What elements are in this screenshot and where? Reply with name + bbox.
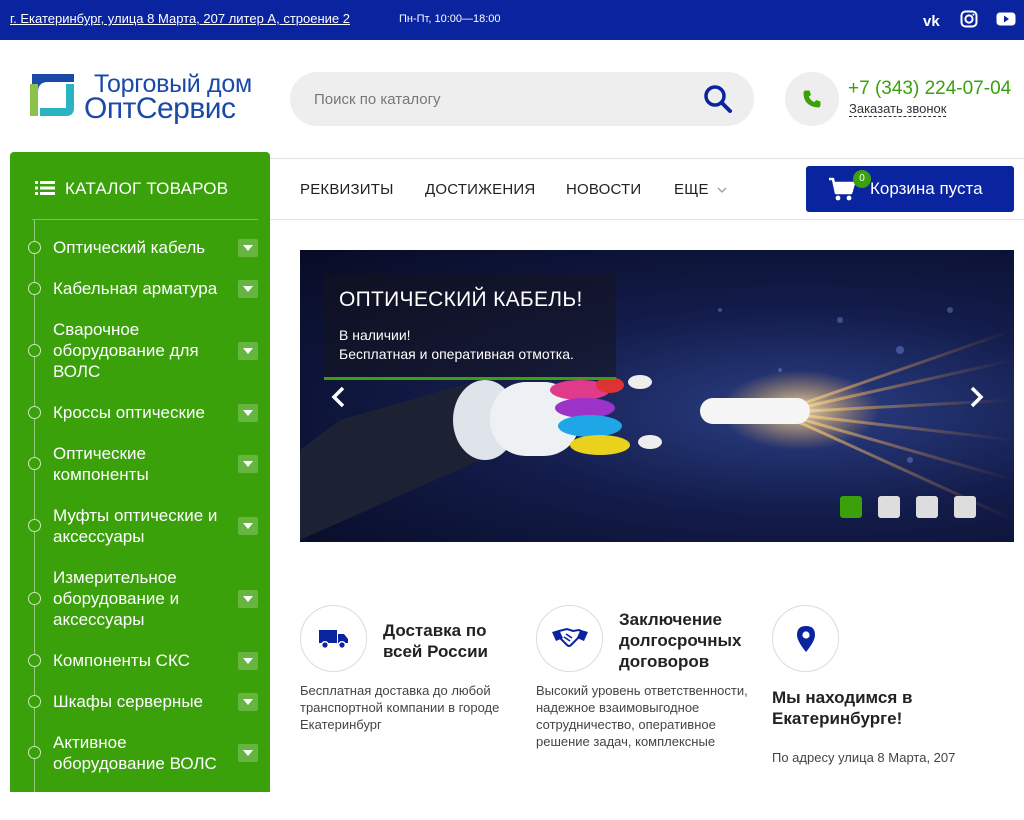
sidebar-item-label: Кроссы оптические [53,403,205,422]
slide-progress-bar [324,377,616,380]
address-link[interactable]: г. Екатеринбург, улица 8 Марта, 207 лите… [10,11,350,26]
nav-item-news[interactable]: НОВОСТИ [566,181,641,198]
slide-title: ОПТИЧЕСКИЙ КАБЕЛЬ! [339,288,583,311]
slider-next-icon[interactable] [966,386,986,408]
expand-arrow-icon[interactable] [238,341,258,360]
sidebar-item-label: Кабельная арматура [53,279,218,298]
nav-divider-top [270,158,1024,159]
phone-icon [803,90,821,108]
bullet-icon [28,240,41,254]
handshake-icon [536,605,603,672]
sidebar-item[interactable]: Муфты оптические и аксессуары [10,505,270,547]
callback-link[interactable]: Заказать звонок [849,101,947,117]
search-bar [290,72,754,126]
company-logo[interactable]: Торговый дом ОптСервис [8,62,270,132]
sidebar-item[interactable]: Сварочное оборудование для ВОЛС [10,319,270,382]
bullet-icon [28,519,41,532]
expand-arrow-icon[interactable] [238,517,258,535]
nav-item-requisites[interactable]: РЕКВИЗИТЫ [300,181,394,198]
sidebar-item-label: Оптический кабель [53,238,206,257]
sidebar-item-label: Муфты оптические и аксессуары [53,506,218,546]
slide-text: В наличии! Бесплатная и оперативная отмо… [339,326,609,364]
catalog-sidebar: КАТАЛОГ ТОВАРОВ Оптический кабель Кабельн… [10,152,270,820]
feature-title-delivery: Доставка по всей России [383,621,488,661]
slide-caption: ОПТИЧЕСКИЙ КАБЕЛЬ! В наличии! Бесплатная… [324,274,616,380]
sidebar-item[interactable]: Шкафы серверные [10,691,270,712]
vk-icon[interactable]: vk [923,10,943,30]
sidebar-item[interactable]: Компоненты СКС [10,650,270,671]
sidebar-item[interactable]: Кроссы оптические [10,402,270,423]
cart-label: Корзина пуста [870,179,983,198]
chevron-down-icon[interactable] [717,186,727,194]
bullet-icon [28,343,41,357]
expand-arrow-icon[interactable] [238,403,258,422]
sidebar-item-label: Шкафы серверные [53,692,203,711]
hero-slider: ОПТИЧЕСКИЙ КАБЕЛЬ! В наличии! Бесплатная… [300,250,1014,542]
top-bar: г. Екатеринбург, улица 8 Марта, 207 лите… [0,0,1024,40]
bullet-icon [28,591,41,605]
list-icon [35,181,55,195]
feature-title-location: Мы находимся в Екатеринбурге! [772,688,913,728]
expand-arrow-icon[interactable] [238,651,258,670]
search-input[interactable] [314,88,694,110]
sidebar-item[interactable]: Оптический кабель [10,237,270,258]
bullet-icon [28,405,41,419]
nav-item-achievements[interactable]: ДОСТИЖЕНИЯ [425,181,535,198]
svg-text:vk: vk [923,13,940,30]
feature-title-contracts: Заключение долгосрочных договоров [619,610,742,671]
bullet-icon [28,694,41,708]
sidebar-item[interactable]: Измерительное оборудование и аксессуары [10,567,270,630]
bullet-icon [28,653,41,667]
nav-item-more[interactable]: ЕЩЕ [674,181,709,198]
sidebar-item[interactable]: Оптические компоненты [10,443,270,485]
sidebar-item-label: Оптические компоненты [53,444,149,484]
feature-text-delivery: Бесплатная доставка до любой транспортно… [300,683,500,732]
slider-dot[interactable] [954,496,976,518]
expand-arrow-icon[interactable] [238,279,258,298]
bullet-icon [28,746,41,759]
truck-icon [300,605,367,672]
bullet-icon [28,457,41,470]
feature-text-location: По адресу улица 8 Марта, 207 [772,750,956,765]
cart-icon [829,177,856,201]
slide-text-line1: В наличии! [339,327,411,343]
location-pin-icon [772,605,839,672]
sidebar-item-label: Компоненты СКС [53,651,190,670]
cart-button[interactable]: 0 Корзина пуста [806,166,1014,212]
slider-dot[interactable] [878,496,900,518]
slide-text-line2: Бесплатная и оперативная отмотка. [339,346,574,362]
phone-button[interactable] [785,72,839,126]
expand-arrow-icon[interactable] [238,589,258,608]
expand-arrow-icon[interactable] [238,455,258,473]
expand-arrow-icon[interactable] [238,238,258,257]
sidebar-item[interactable]: Кабельная арматура [10,278,270,299]
expand-arrow-icon[interactable] [238,744,258,762]
youtube-icon[interactable] [996,10,1016,30]
sidebar-item-label: Сварочное оборудование для ВОЛС [53,320,199,381]
nav-divider-bottom [270,219,1024,220]
phone-number[interactable]: +7 (343) 224-07-04 [848,78,1011,100]
sidebar-item-label: Измерительное оборудование и аксессуары [53,568,180,629]
slider-dot[interactable] [916,496,938,518]
cart-count-badge: 0 [853,170,871,188]
instagram-icon[interactable] [960,10,980,30]
feature-text-contracts: Высокий уровень ответственности, надежно… [536,683,748,749]
expand-arrow-icon[interactable] [238,692,258,711]
search-icon[interactable] [702,83,734,115]
working-hours: Пн-Пт, 10:00—18:00 [399,13,501,25]
logo-mark-icon [30,74,74,116]
slider-prev-icon[interactable] [329,386,349,408]
catalog-title[interactable]: КАТАЛОГ ТОВАРОВ [65,179,228,199]
logo-text-line2: ОптСервис [84,92,236,125]
slider-dot[interactable] [840,496,862,518]
catalog-divider [32,219,258,220]
bullet-icon [28,281,41,295]
